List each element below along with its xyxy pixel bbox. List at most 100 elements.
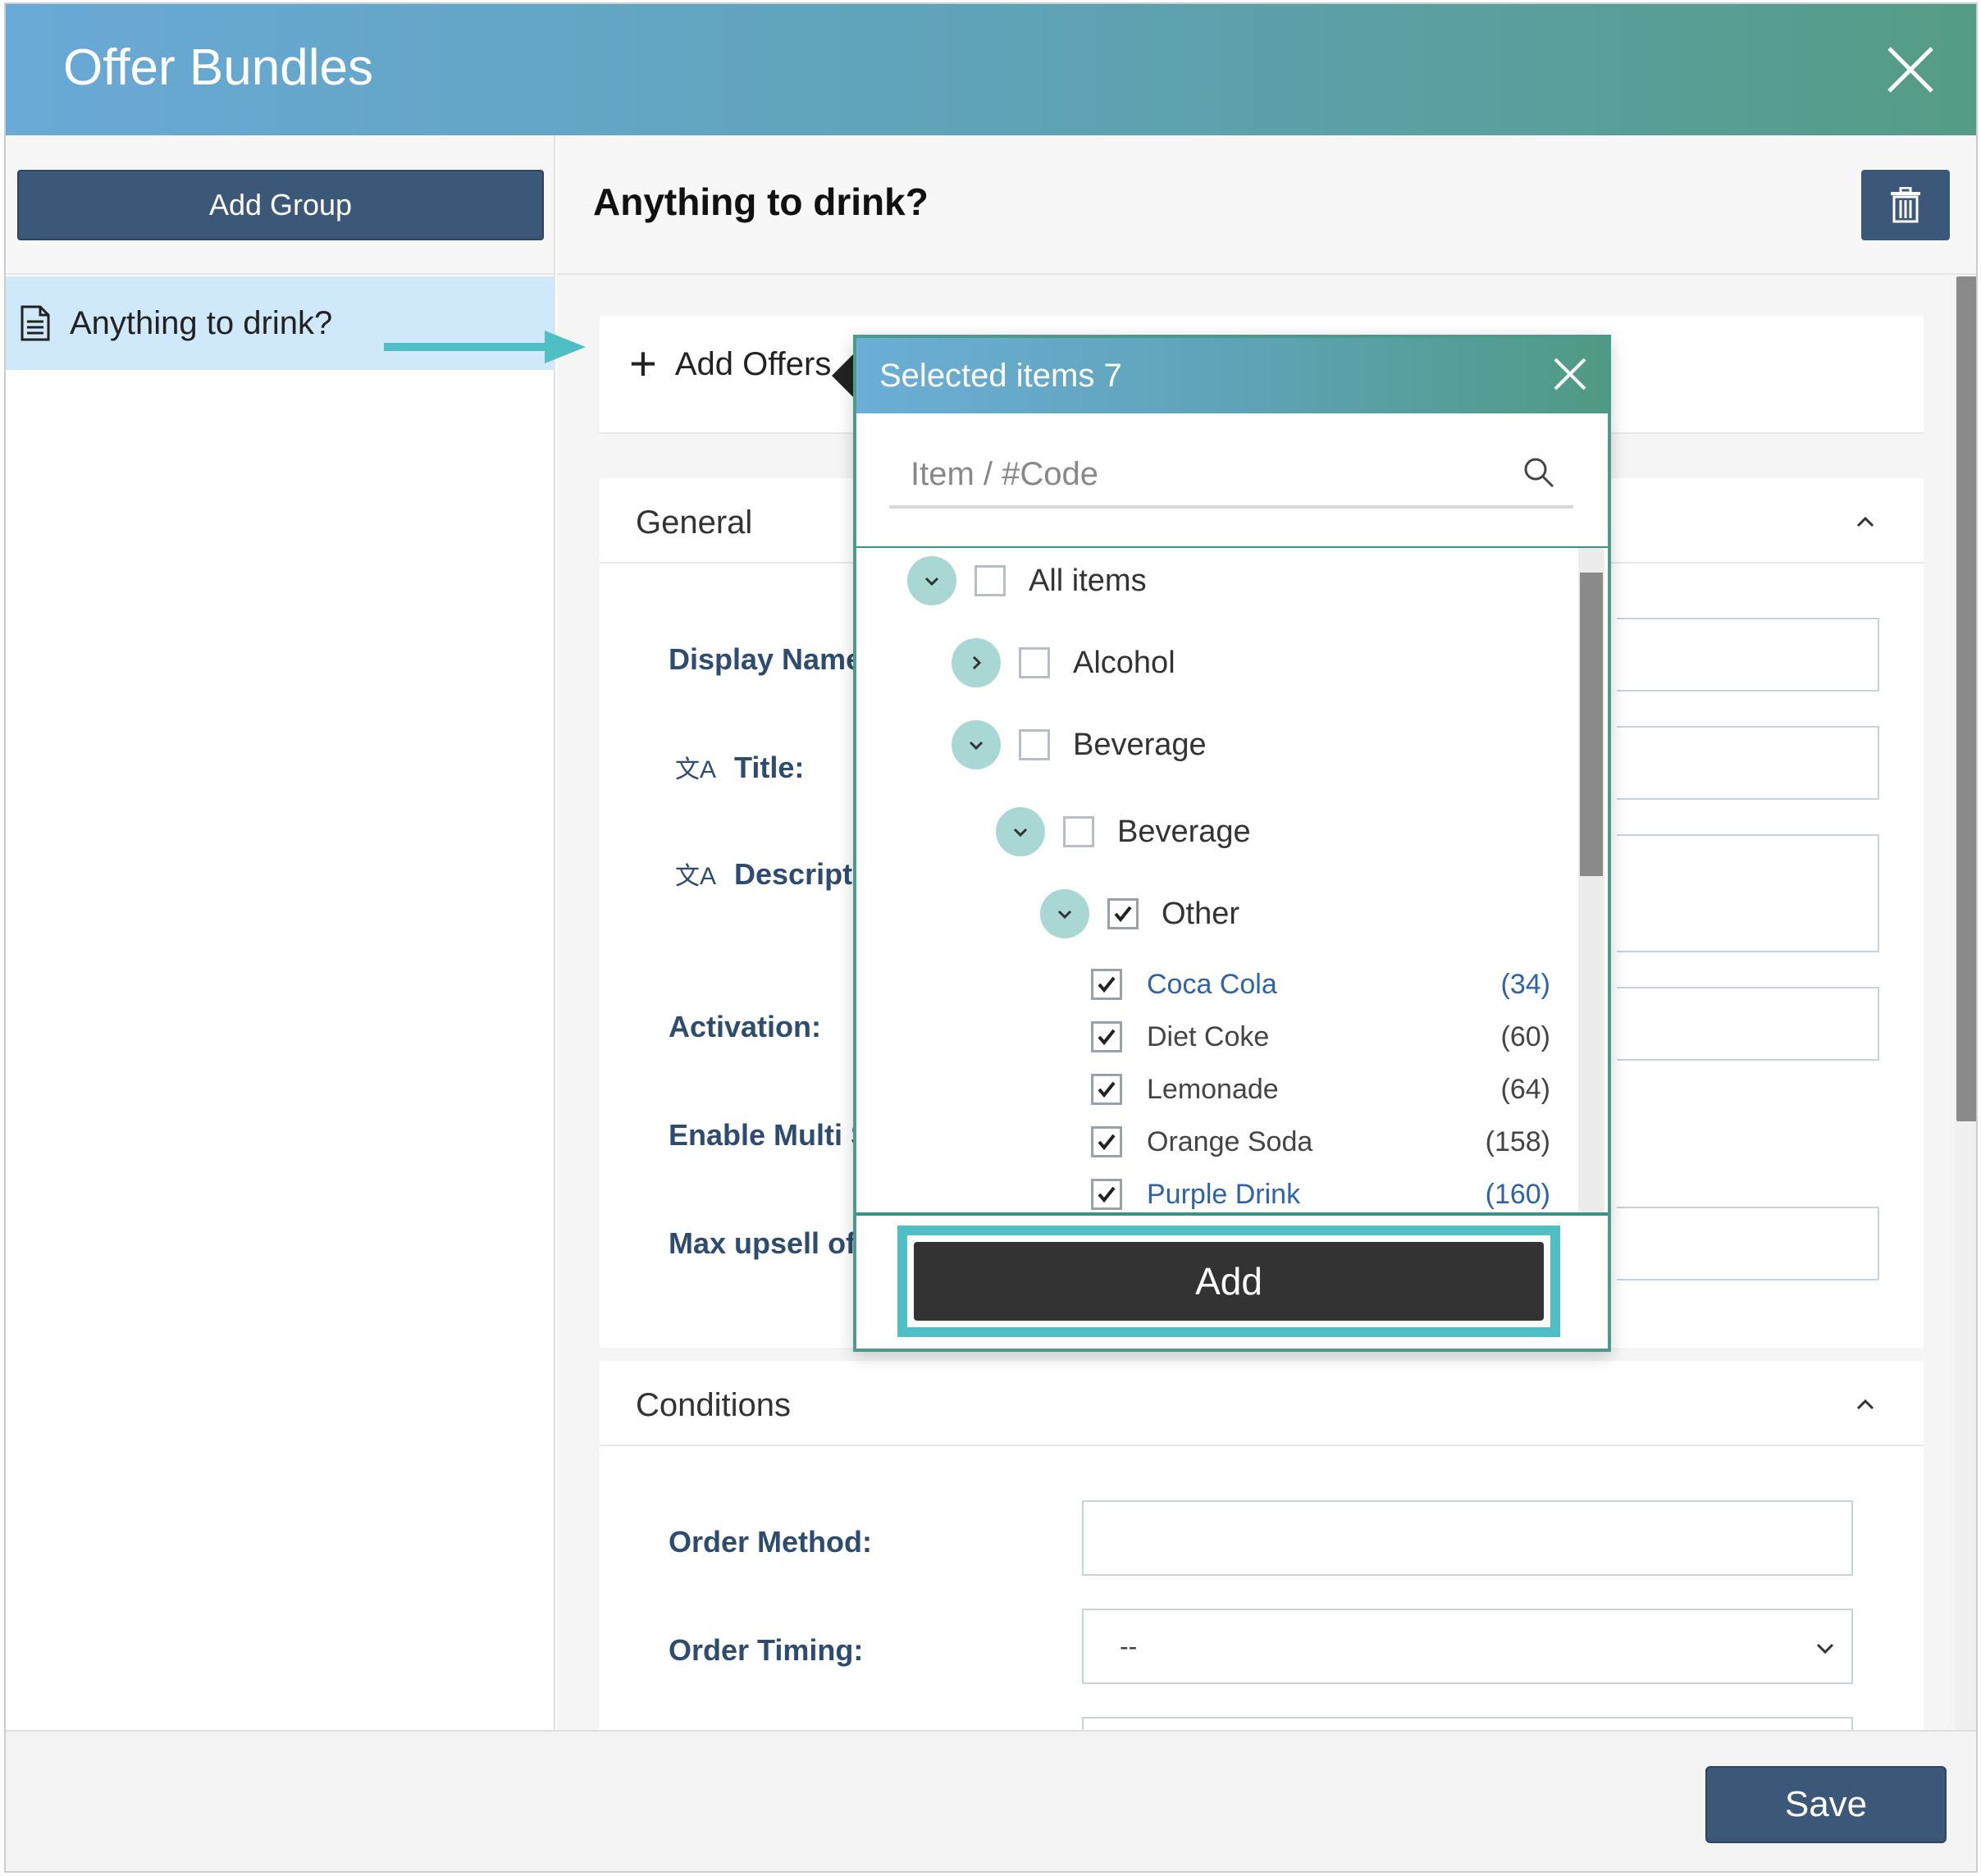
chevron-up-icon[interactable] (1853, 509, 1878, 534)
tree-node-label: Beverage (1117, 814, 1251, 849)
tree-node-alcohol: Alcohol (952, 632, 1175, 694)
add-group-button[interactable]: Add Group (17, 170, 544, 240)
item-name: Orange Soda (1147, 1125, 1313, 1157)
checkbox[interactable] (975, 565, 1006, 596)
chevron-right-icon[interactable] (952, 638, 1001, 687)
add-offers-button[interactable]: + Add Offers (629, 340, 831, 388)
translate-icon[interactable]: 文A (675, 863, 716, 890)
checkbox-checked[interactable] (1091, 969, 1122, 1000)
check-icon (1098, 1029, 1116, 1046)
item-search (889, 445, 1573, 509)
tree-node-beverage-sub: Beverage (996, 801, 1251, 863)
tree-node-label: Other (1162, 896, 1240, 931)
sidebar: Add Group Anything to drink? (6, 135, 555, 1730)
checkbox-checked[interactable] (1091, 1126, 1122, 1157)
activation-input[interactable] (1617, 987, 1879, 1061)
chevron-down-icon[interactable] (996, 807, 1045, 856)
document-icon (21, 305, 50, 341)
item-count: (160) (1485, 1178, 1550, 1210)
check-icon (1098, 1186, 1116, 1203)
item-name: Lemonade (1147, 1073, 1279, 1105)
order-method-input[interactable] (1082, 1500, 1853, 1576)
add-button-focus-ring: Add (897, 1226, 1560, 1337)
item-search-input[interactable] (889, 445, 1513, 504)
add-offers-label: Add Offers (674, 345, 832, 382)
checkbox[interactable] (1063, 816, 1094, 847)
checkbox-checked[interactable] (1091, 1074, 1122, 1105)
conditions-section-title: Conditions (636, 1387, 792, 1423)
popup-pointer (832, 353, 855, 399)
tree-node-label: Alcohol (1073, 645, 1175, 680)
sidebar-toolbar: Add Group (6, 135, 554, 275)
window-title: Offer Bundles (63, 39, 373, 96)
checkbox[interactable] (1019, 729, 1050, 760)
chevron-down-icon[interactable] (952, 720, 1001, 769)
translate-icon[interactable]: 文A (675, 756, 716, 783)
display-name-input[interactable] (1617, 618, 1879, 692)
title-input[interactable] (1617, 726, 1879, 800)
sidebar-item-label: Anything to drink? (70, 304, 333, 341)
max-upsell-label: Max upsell offe (669, 1226, 883, 1260)
main-scrollbar-thumb[interactable] (1956, 276, 1976, 1121)
description-label-row: 文A Descriptio (675, 856, 879, 892)
checkbox[interactable] (1019, 647, 1050, 678)
tree-node-beverage: Beverage (952, 714, 1207, 776)
check-icon (1098, 1134, 1116, 1151)
pointer-arrow-icon (384, 331, 586, 363)
delete-group-button[interactable] (1861, 170, 1950, 240)
list-item[interactable]: Orange Soda (158) (1091, 1117, 1550, 1166)
close-icon[interactable] (1552, 356, 1588, 392)
tree-scrollbar[interactable] (1578, 548, 1604, 1212)
item-name[interactable]: Purple Drink (1147, 1179, 1300, 1211)
tree-node-label: Beverage (1073, 727, 1207, 762)
checkbox-checked[interactable] (1091, 1021, 1122, 1052)
trash-icon (1891, 187, 1920, 223)
check-icon (1098, 1081, 1116, 1098)
group-header: Anything to drink? (557, 135, 1976, 275)
order-timing-value: -- (1120, 1632, 1138, 1661)
conditions-section-header[interactable]: Conditions (600, 1361, 1924, 1446)
checkbox-checked[interactable] (1107, 898, 1139, 929)
popup-divider (856, 1212, 1608, 1216)
tree-node-all-items: All items (907, 550, 1147, 612)
list-item[interactable]: Purple Drink (160) (1091, 1170, 1550, 1212)
tree-node-other: Other (1040, 883, 1239, 945)
list-item[interactable]: Lemonade (64) (1091, 1065, 1550, 1114)
order-timing-select[interactable]: -- (1082, 1609, 1853, 1684)
check-icon (1098, 976, 1116, 993)
display-name-label: Display Name: (669, 642, 873, 676)
item-count: (64) (1500, 1073, 1550, 1105)
order-timing-label: Order Timing: (669, 1633, 864, 1667)
chevron-up-icon[interactable] (1853, 1392, 1878, 1417)
activation-label: Activation: (669, 1010, 822, 1043)
item-picker-popup: Selected items 7 All items Alcohol Bever… (853, 335, 1611, 1352)
conditions-section: Conditions Order Method: Order Timing: -… (600, 1361, 1924, 1766)
list-item[interactable]: Coca Cola (34) (1091, 960, 1550, 1009)
title-label: Title: (734, 751, 805, 784)
list-item[interactable]: Diet Coke (60) (1091, 1012, 1550, 1061)
chevron-down-icon[interactable] (1040, 889, 1089, 938)
footer: Save (6, 1730, 1976, 1871)
main-scrollbar[interactable] (1955, 276, 1976, 1730)
search-icon[interactable] (1522, 456, 1555, 489)
page-title: Anything to drink? (593, 180, 929, 223)
save-button[interactable]: Save (1705, 1766, 1947, 1843)
item-count: (34) (1500, 968, 1550, 1000)
max-upsell-input[interactable] (1617, 1207, 1879, 1280)
item-count: (158) (1485, 1125, 1550, 1157)
add-button[interactable]: Add (914, 1242, 1544, 1321)
popup-title: Selected items 7 (879, 358, 1122, 394)
general-section-title: General (636, 504, 753, 541)
description-textarea[interactable] (1617, 834, 1879, 952)
item-name[interactable]: Coca Cola (1147, 969, 1277, 1001)
item-name: Diet Coke (1147, 1020, 1270, 1052)
close-icon[interactable] (1886, 45, 1935, 94)
title-bar: Offer Bundles (6, 4, 1976, 135)
checkbox-checked[interactable] (1091, 1179, 1122, 1210)
popup-header: Selected items 7 (856, 338, 1608, 413)
item-count: (60) (1500, 1020, 1550, 1052)
plus-icon: + (629, 337, 657, 390)
chevron-down-icon[interactable] (907, 556, 956, 605)
tree-scrollbar-thumb[interactable] (1580, 573, 1603, 876)
chevron-down-icon (1816, 1643, 1834, 1655)
